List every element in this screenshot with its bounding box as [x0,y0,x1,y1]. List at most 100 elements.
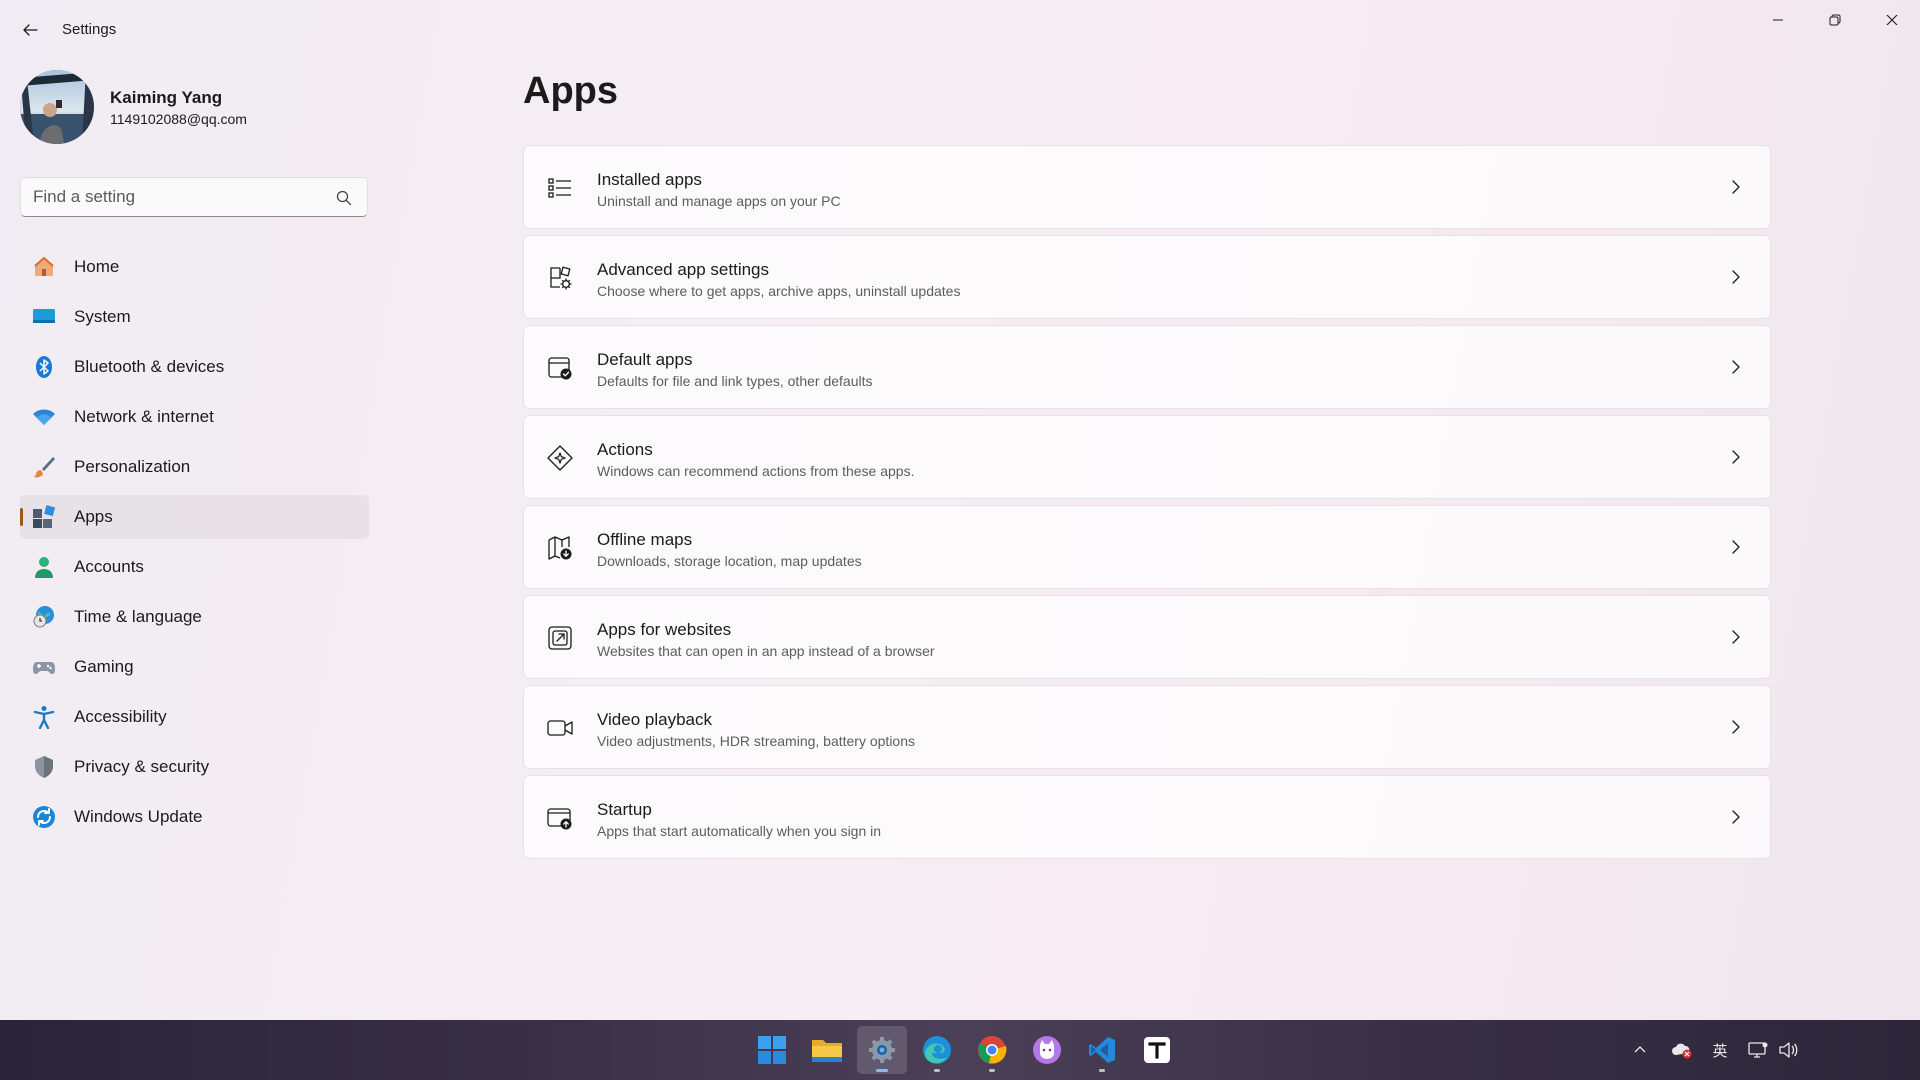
title-bar: Settings [0,0,1920,60]
card-title: Video playback [597,710,712,729]
search-icon[interactable] [335,189,353,207]
system-tray: 英 [1625,1036,1803,1064]
chevron-up-icon [1634,1046,1646,1053]
gamepad-icon [32,655,56,679]
list-icon [548,178,571,198]
sidebar-item-accessibility[interactable]: Accessibility [20,695,369,739]
taskbar-cat-app[interactable] [1022,1026,1072,1074]
taskbar-vscode[interactable] [1077,1026,1127,1074]
card-default-apps[interactable]: Default apps Defaults for file and link … [523,325,1771,409]
start-icon [758,1036,786,1064]
running-app-indicator [1099,1069,1105,1072]
tray-onedrive[interactable] [1667,1036,1697,1064]
sidebar-item-windows-update[interactable]: Windows Update [20,795,369,839]
volume-icon [1779,1042,1798,1058]
card-title: Installed apps [597,170,702,189]
default-apps-icon [548,357,572,380]
home-icon [32,255,56,279]
taskbar-edge[interactable] [912,1026,962,1074]
sidebar-item-label: Accessibility [74,707,167,726]
settings-icon [869,1037,895,1063]
back-button[interactable] [14,14,46,46]
window-title: Settings [62,21,117,38]
wifi-icon [32,405,56,429]
sidebar-item-label: Apps [74,507,113,526]
card-startup[interactable]: Startup Apps that start automatically wh… [523,775,1771,859]
system-icon [32,305,56,329]
chevron-right-icon [1732,270,1740,284]
start-button[interactable] [747,1026,797,1074]
brush-icon [32,455,56,479]
sidebar-item-privacy-security[interactable]: Privacy & security [20,745,369,789]
globe-clock-icon [32,605,56,629]
sidebar-item-time-language[interactable]: Time & language [20,595,369,639]
running-app-indicator [934,1069,940,1072]
profile-name: Kaiming Yang [110,87,223,107]
tray-volume[interactable] [1773,1036,1803,1064]
search-input[interactable] [33,178,323,216]
card-apps-for-websites[interactable]: Apps for websites Websites that can open… [523,595,1771,679]
chevron-right-icon [1732,360,1740,374]
card-description: Apps that start automatically when you s… [597,823,882,839]
sidebar-item-label: Privacy & security [74,757,210,776]
taskbar-apps [747,1026,1187,1074]
sidebar-item-home[interactable]: Home [20,245,369,289]
card-description: Defaults for file and link types, other … [597,373,873,389]
sidebar-item-accounts[interactable]: Accounts [20,545,369,589]
sidebar-item-apps[interactable]: Apps [20,495,369,539]
chevron-right-icon [1732,810,1740,824]
cloud-error-icon [1672,1043,1692,1059]
edge-icon [923,1036,951,1064]
chrome-icon [978,1036,1007,1064]
running-app-indicator [989,1069,995,1072]
accessibility-icon [32,705,56,729]
card-advanced-app-settings[interactable]: Advanced app settings Choose where to ge… [523,235,1771,319]
apps-icon [32,505,56,529]
taskbar-chrome[interactable] [967,1026,1017,1074]
app-gear-icon [550,266,572,290]
vscode-icon [1089,1037,1115,1063]
close-button[interactable] [1863,0,1920,40]
taskbar-typora[interactable] [1132,1026,1182,1074]
card-description: Downloads, storage location, map updates [597,553,862,569]
sidebar-item-label: Windows Update [74,807,203,826]
sidebar-item-personalization[interactable]: Personalization [20,445,369,489]
card-title: Apps for websites [597,620,732,639]
typora-icon [1144,1037,1170,1063]
taskbar-settings[interactable] [857,1026,907,1074]
sidebar-item-label: Gaming [74,657,134,676]
sidebar-nav: Home System Bluetooth & devices Network … [20,245,369,845]
card-installed-apps[interactable]: Installed apps Uninstall and manage apps… [523,145,1771,229]
avatar [20,70,94,144]
sidebar-item-network[interactable]: Network & internet [20,395,369,439]
minimize-icon [1772,19,1783,21]
minimize-button[interactable] [1749,0,1806,40]
card-offline-maps[interactable]: Offline maps Downloads, storage location… [523,505,1771,589]
map-icon [548,536,572,560]
sidebar-item-gaming[interactable]: Gaming [20,645,369,689]
card-actions[interactable]: Actions Windows can recommend actions fr… [523,415,1771,499]
user-profile[interactable]: Kaiming Yang 1149102088@qq.com [20,70,247,144]
tray-input-method[interactable]: 英 [1705,1036,1735,1064]
page-title: Apps [523,70,618,112]
card-description: Websites that can open in an app instead… [597,643,935,659]
back-arrow-icon [23,24,38,36]
chevron-right-icon [1732,630,1740,644]
search-box[interactable] [20,177,368,217]
sidebar-item-label: Personalization [74,457,191,476]
tray-display[interactable] [1743,1036,1773,1064]
accounts-icon [32,555,56,579]
update-icon [32,805,56,829]
actions-icon [547,445,573,471]
card-video-playback[interactable]: Video playback Video adjustments, HDR st… [523,685,1771,769]
sidebar-item-bluetooth[interactable]: Bluetooth & devices [20,345,369,389]
active-app-indicator [876,1069,888,1072]
sidebar-item-system[interactable]: System [20,295,369,339]
sidebar-item-label: Network & internet [74,407,214,426]
sidebar-item-label: System [74,307,131,326]
taskbar-file-explorer[interactable] [802,1026,852,1074]
tray-overflow-button[interactable] [1625,1036,1655,1064]
cat-app-icon [1033,1036,1061,1064]
restore-button[interactable] [1806,0,1863,40]
taskbar: 英 ​ ​ [0,1020,1920,1080]
